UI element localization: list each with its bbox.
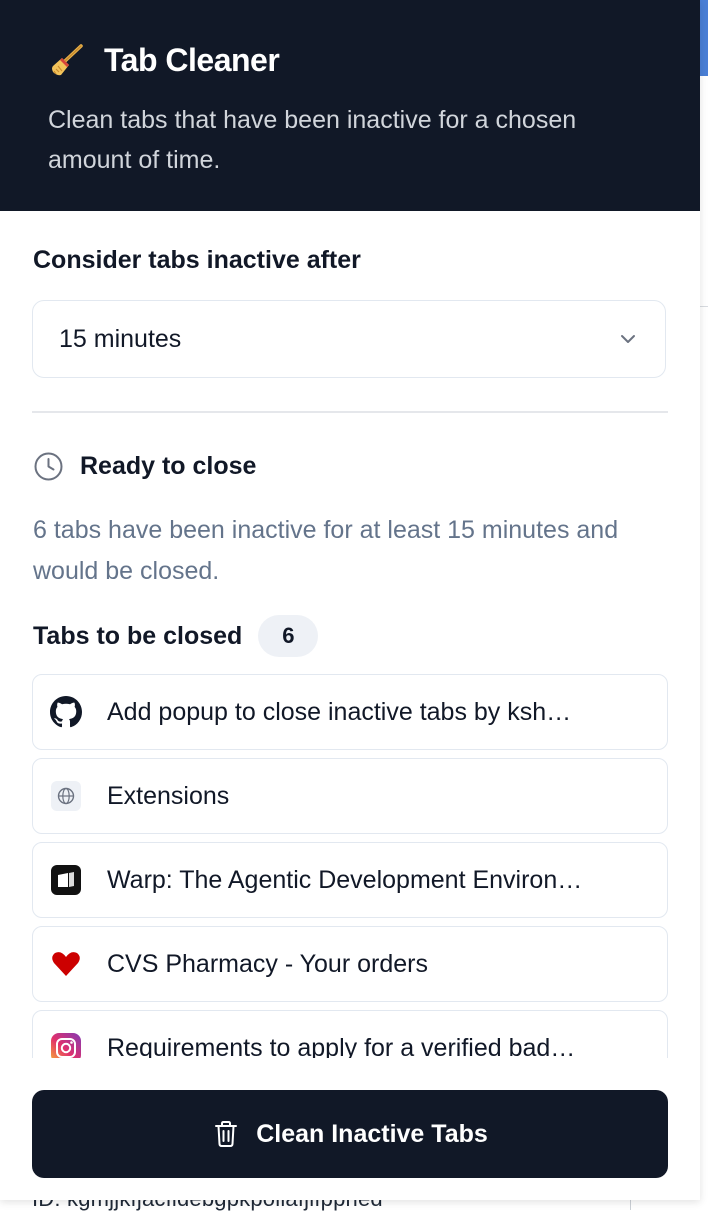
popup-header: Tab Cleaner Clean tabs that have been in… <box>0 0 700 211</box>
clean-inactive-tabs-button[interactable]: Clean Inactive Tabs <box>32 1090 668 1178</box>
tab-title: Warp: The Agentic Development Environ… <box>107 865 583 894</box>
tabs-to-close-label: Tabs to be closed <box>33 621 243 650</box>
broom-icon <box>52 44 83 76</box>
tab-title: Requirements to apply for a verified bad… <box>107 1033 576 1059</box>
tab-title: CVS Pharmacy - Your orders <box>107 949 428 978</box>
header-title-row: Tab Cleaner <box>48 38 280 82</box>
tab-count-badge: 6 <box>258 615 319 657</box>
section-divider <box>32 411 668 413</box>
status-description: 6 tabs have been inactive for at least 1… <box>33 516 619 585</box>
status-title: Ready to close <box>80 451 257 480</box>
tab-title: Extensions <box>107 781 230 810</box>
list-item[interactable]: Extensions <box>32 758 668 834</box>
app-subtitle: Clean tabs that have been inactive for a… <box>48 106 577 174</box>
list-item[interactable]: Warp: The Agentic Development Environ… <box>32 842 668 918</box>
chevron-down-icon <box>621 335 635 343</box>
select-value: 15 minutes <box>59 324 182 353</box>
github-icon <box>49 695 83 729</box>
app-title: Tab Cleaner <box>104 41 280 78</box>
globe-icon <box>49 779 83 813</box>
extension-popup: Tab Cleaner Clean tabs that have been in… <box>0 0 700 1200</box>
tab-list[interactable]: Add popup to close inactive tabs by ksh…… <box>32 674 668 1058</box>
clock-icon <box>34 452 63 480</box>
tab-title: Add popup to close inactive tabs by ksh… <box>107 697 572 726</box>
inactive-duration-select[interactable]: 15 minutes <box>32 300 666 378</box>
list-item[interactable]: Add popup to close inactive tabs by ksh… <box>32 674 668 750</box>
inactive-after-label: Consider tabs inactive after <box>33 246 361 274</box>
cvs-heart-icon <box>49 947 83 981</box>
background-divider <box>700 306 708 307</box>
list-item[interactable]: CVS Pharmacy - Your orders <box>32 926 668 1002</box>
warp-icon <box>49 863 83 897</box>
instagram-icon <box>49 1031 83 1058</box>
list-item[interactable]: Requirements to apply for a verified bad… <box>32 1010 668 1058</box>
tabs-to-close-header: Tabs to be closed 6 <box>33 614 319 658</box>
clean-button-label: Clean Inactive Tabs <box>256 1119 488 1148</box>
trash-icon <box>215 1121 238 1147</box>
status-row: Ready to close <box>33 449 256 483</box>
